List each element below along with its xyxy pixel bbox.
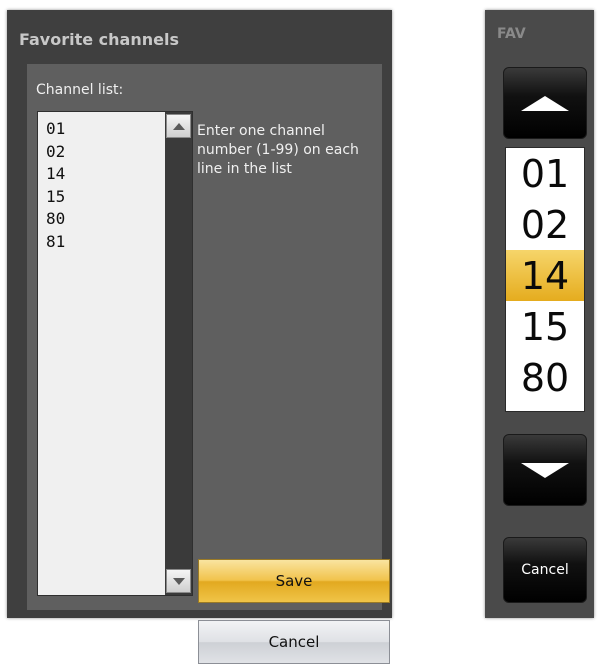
fav-channel-item[interactable]: 02 [506,199,584,250]
favorite-channels-dialog: Favorite channels Channel list: 01 02 14… [7,10,392,664]
fav-scroll-up-button[interactable] [503,67,587,139]
fav-channel-item-selected[interactable]: 14 [506,250,584,301]
channel-line: 15 [46,186,66,206]
channel-line: 14 [46,164,66,183]
fav-panel: FAV 01 02 14 15 80 Cancel [485,10,594,618]
fav-cancel-button[interactable]: Cancel [503,537,587,603]
vertical-scrollbar[interactable] [165,112,192,595]
dialog-title: Favorite channels [19,30,179,49]
triangle-down-icon [172,577,185,585]
channel-list-textarea[interactable]: 01 02 14 15 80 81 [37,111,193,596]
fav-title: FAV [497,26,526,42]
cancel-button[interactable]: Cancel [198,620,390,664]
fav-scroll-down-button[interactable] [503,434,587,506]
channel-list-label: Channel list: [36,82,124,98]
channel-line: 02 [46,141,66,161]
arrow-up-icon [521,95,569,111]
fav-channel-list: 01 02 14 15 80 [505,147,585,412]
scroll-down-button[interactable] [166,569,191,593]
channel-line: 81 [46,231,66,251]
scroll-up-button[interactable] [166,114,191,138]
fav-channel-item[interactable]: 15 [506,301,584,352]
save-button[interactable]: Save [198,559,390,603]
channel-line: 80 [46,209,66,228]
fav-channel-item[interactable]: 80 [506,352,584,403]
dialog-content-panel: Channel list: 01 02 14 15 80 81 Enter on… [27,64,390,664]
channel-list-lines: 01 02 14 15 80 81 [46,118,65,253]
channel-line: 01 [46,119,66,138]
arrow-down-icon [521,462,569,478]
help-text: Enter one channel number (1-99) on each … [197,123,359,177]
triangle-up-icon [172,122,185,130]
fav-channel-item[interactable]: 01 [506,148,584,199]
